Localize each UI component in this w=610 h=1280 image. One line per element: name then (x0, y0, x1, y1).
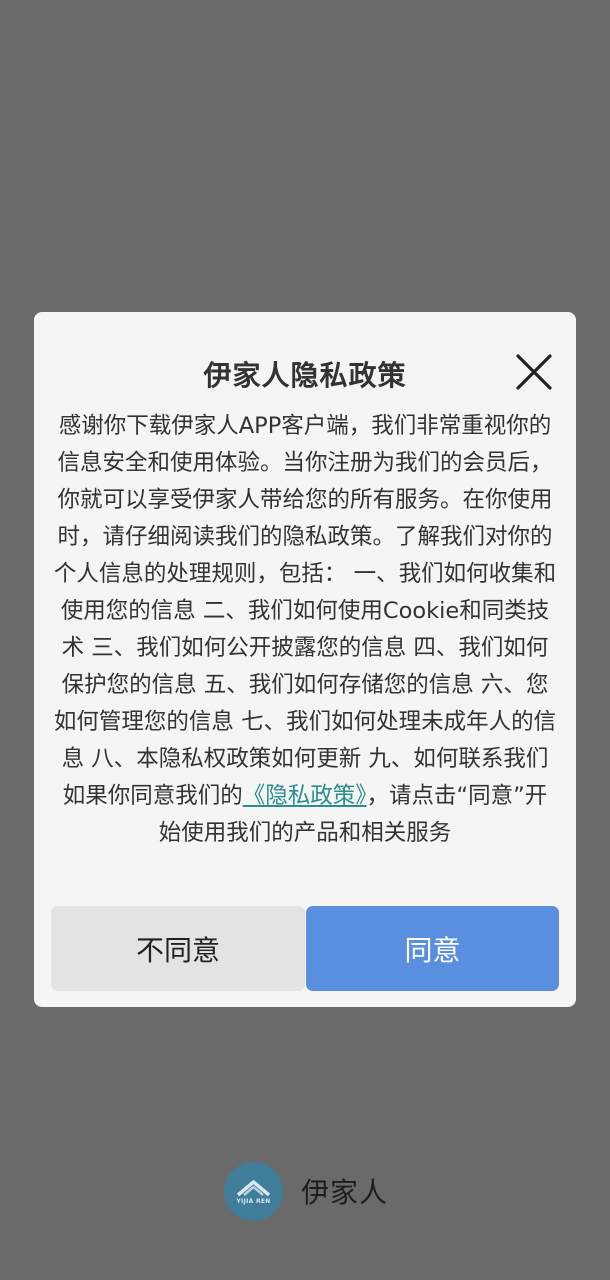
privacy-dialog: 伊家人隐私政策 感谢你下载伊家人APP客户端，我们非常重视你的信息安全和使用体验… (34, 312, 576, 1007)
disagree-button[interactable]: 不同意 (51, 906, 305, 991)
app-branding: YIJIA REN 伊家人 (224, 1161, 388, 1221)
privacy-policy-link[interactable]: 《隐私政策》 (243, 783, 367, 809)
dialog-title: 伊家人隐私政策 (203, 359, 407, 392)
body-text-before-link: 感谢你下载伊家人APP客户端，我们非常重视你的信息安全和使用体验。当你注册为我们… (53, 413, 557, 809)
app-logo: YIJIA REN (224, 1161, 283, 1221)
house-roof-icon (236, 1179, 271, 1196)
privacy-body-text: 感谢你下载伊家人APP客户端，我们非常重视你的信息安全和使用体验。当你注册为我们… (52, 408, 558, 852)
agree-button[interactable]: 同意 (306, 906, 559, 991)
app-name: 伊家人 (301, 1176, 389, 1209)
logo-text: YIJIA REN (236, 1197, 271, 1205)
close-icon[interactable] (514, 352, 554, 392)
